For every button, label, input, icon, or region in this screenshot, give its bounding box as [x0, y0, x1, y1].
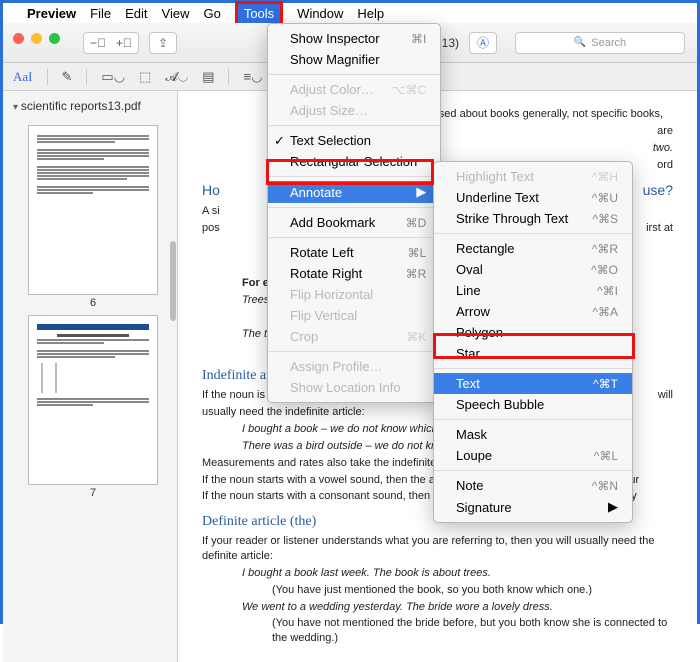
annotate-item-oval[interactable]: Oval^⌘O — [434, 259, 632, 280]
annotate-submenu: Highlight Text^⌘HUnderline Text^⌘UStrike… — [433, 161, 633, 523]
tools-item-show-inspector[interactable]: Show Inspector⌘I — [268, 28, 440, 49]
menu-app[interactable]: Preview — [27, 6, 76, 21]
tools-item-add-bookmark[interactable]: Add Bookmark⌘D — [268, 212, 440, 233]
zoom-buttons[interactable]: −⃝ +⃝ — [83, 32, 139, 54]
tools-item-crop: Crop⌘K — [268, 326, 440, 347]
menu-edit[interactable]: Edit — [125, 6, 147, 21]
zoom-out-icon[interactable]: −⃝ — [90, 36, 106, 50]
annotate-item-line[interactable]: Line^⌘I — [434, 280, 632, 301]
thumbnail-page-6[interactable] — [28, 125, 158, 295]
annotate-item-signature[interactable]: Signature▶ — [434, 496, 632, 518]
annotate-item-text[interactable]: Text^⌘T — [434, 373, 632, 394]
tools-item-annotate[interactable]: Annotate▶ — [268, 181, 440, 203]
menu-window[interactable]: Window — [297, 6, 343, 21]
tools-item-text-selection[interactable]: Text Selection — [268, 130, 440, 151]
sign-icon[interactable]: 𝓐◡ — [165, 69, 188, 85]
annotate-item-star[interactable]: Star — [434, 343, 632, 364]
menu-go[interactable]: Go — [203, 6, 220, 21]
tools-menu: Show Inspector⌘IShow Magnifier Adjust Col… — [267, 23, 441, 403]
thumb-label-6: 6 — [9, 297, 177, 309]
menu-file[interactable]: File — [90, 6, 111, 21]
menubar: Preview File Edit View Go Tools Window H… — [3, 3, 697, 23]
annotate-item-loupe[interactable]: Loupe^⌘L — [434, 445, 632, 466]
line-weight-icon[interactable]: ≡◡ — [243, 69, 262, 85]
tools-item-show-location-info: Show Location Info — [268, 377, 440, 398]
share-icon: ⇪ — [158, 36, 168, 50]
sidebar-scrollbar[interactable] — [170, 241, 176, 321]
shapes-icon[interactable]: ▭◡ — [101, 69, 125, 85]
search-input[interactable]: Search — [515, 32, 685, 54]
tools-item-adjust-size-: Adjust Size… — [268, 100, 440, 121]
annotate-item-speech-bubble[interactable]: Speech Bubble — [434, 394, 632, 415]
menu-view[interactable]: View — [162, 6, 190, 21]
tools-item-rectangular-selection[interactable]: Rectangular Selection — [268, 151, 440, 172]
tools-item-show-magnifier[interactable]: Show Magnifier — [268, 49, 440, 70]
text-style-button[interactable]: AaI — [13, 69, 33, 85]
sidebar-filename[interactable]: scientific reports13.pdf — [9, 97, 177, 119]
thumb-label-7: 7 — [9, 487, 177, 499]
window-controls — [13, 33, 60, 44]
annotate-item-underline-text[interactable]: Underline Text^⌘U — [434, 187, 632, 208]
text-box-icon[interactable]: ⬚ — [139, 69, 151, 85]
annotate-item-note[interactable]: Note^⌘N — [434, 475, 632, 496]
tools-item-flip-horizontal: Flip Horizontal — [268, 284, 440, 305]
annotate-item-arrow[interactable]: Arrow^⌘A — [434, 301, 632, 322]
annotate-item-polygon[interactable]: Polygon — [434, 322, 632, 343]
annotate-item-strike-through-text[interactable]: Strike Through Text^⌘S — [434, 208, 632, 229]
sidebar: scientific reports13.pdf 6 7 — [3, 91, 178, 662]
annotate-item-rectangle[interactable]: Rectangle^⌘R — [434, 238, 632, 259]
minimize-button[interactable] — [31, 33, 42, 44]
zoom-button[interactable] — [49, 33, 60, 44]
draw-icon[interactable]: ✎ — [62, 69, 73, 85]
zoom-in-icon[interactable]: +⃝ — [116, 36, 132, 50]
share-button[interactable]: ⇪ — [149, 32, 177, 54]
tools-item-rotate-right[interactable]: Rotate Right⌘R — [268, 263, 440, 284]
menu-tools[interactable]: Tools — [235, 1, 283, 26]
tools-item-assign-profile-: Assign Profile… — [268, 356, 440, 377]
tools-item-adjust-color-: Adjust Color…⌥⌘C — [268, 79, 440, 100]
annotate-item-mask[interactable]: Mask — [434, 424, 632, 445]
thumbnail-page-7[interactable] — [28, 315, 158, 485]
tools-item-flip-vertical: Flip Vertical — [268, 305, 440, 326]
markup-icon: Ⓐ — [477, 34, 489, 51]
tools-item-rotate-left[interactable]: Rotate Left⌘L — [268, 242, 440, 263]
note-icon[interactable]: ▤ — [202, 69, 214, 85]
markup-button[interactable]: Ⓐ — [469, 32, 497, 54]
close-button[interactable] — [13, 33, 24, 44]
annotate-item-highlight-text: Highlight Text^⌘H — [434, 166, 632, 187]
menu-help[interactable]: Help — [357, 6, 384, 21]
